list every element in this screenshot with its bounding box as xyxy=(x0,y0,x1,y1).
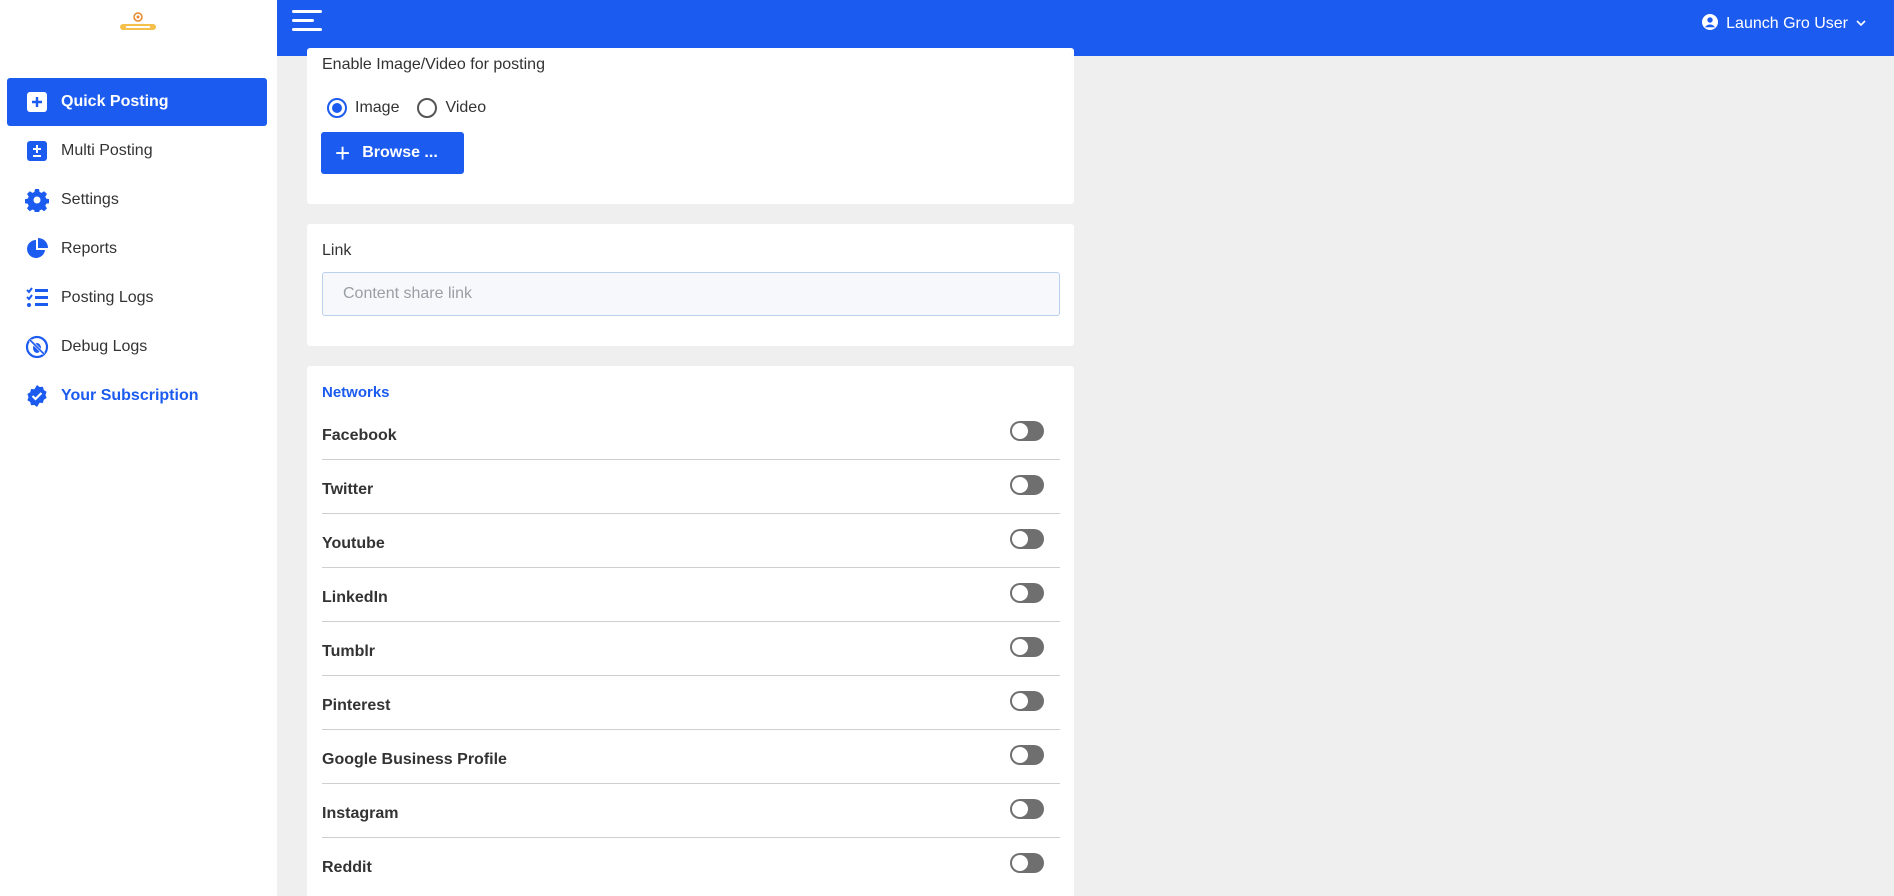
network-row-tumblr: Tumblr xyxy=(322,622,1060,676)
sidebar-item-quick-posting[interactable]: Quick Posting xyxy=(7,78,267,126)
hamburger-menu-icon[interactable] xyxy=(292,10,322,36)
google-business-profile-toggle[interactable] xyxy=(1010,744,1044,765)
sidebar-item-label: Quick Posting xyxy=(61,93,169,110)
network-row-instagram: Instagram xyxy=(322,784,1060,838)
network-name: Pinterest xyxy=(322,696,391,714)
network-name: LinkedIn xyxy=(322,588,388,606)
youtube-toggle[interactable] xyxy=(1010,528,1044,549)
networks-list: Facebook Twitter Youtube LinkedIn Tumblr… xyxy=(322,406,1060,892)
launch-gro-logo[interactable] xyxy=(118,12,158,32)
user-name: Launch Gro User xyxy=(1726,15,1848,32)
network-name: Reddit xyxy=(322,859,372,876)
bug-off-icon xyxy=(25,335,49,359)
browse-label: Browse ... xyxy=(362,144,438,161)
link-label: Link xyxy=(322,242,352,259)
media-title: Enable Image/Video for posting xyxy=(322,56,545,73)
sidebar-item-multi-posting[interactable]: Multi Posting xyxy=(7,127,267,175)
radio-option-video[interactable]: Video xyxy=(417,98,486,118)
sidebar-item-label: Multi Posting xyxy=(61,142,153,159)
checklist-icon xyxy=(25,286,49,310)
sidebar-item-label: Your Subscription xyxy=(61,387,199,404)
sidebar-item-settings[interactable]: Settings xyxy=(7,176,267,224)
facebook-toggle[interactable] xyxy=(1010,420,1044,441)
sidebar-item-debug-logs[interactable]: Debug Logs xyxy=(7,323,267,371)
plus-icon: + xyxy=(335,138,351,168)
network-name: Tumblr xyxy=(322,642,376,660)
network-row-linkedin: LinkedIn xyxy=(322,568,1060,622)
chevron-down-icon xyxy=(1856,15,1866,33)
sidebar-item-label: Posting Logs xyxy=(61,289,154,306)
network-row-twitter: Twitter xyxy=(322,460,1060,514)
plus-square-icon xyxy=(25,90,49,114)
radio-option-image[interactable]: Image xyxy=(327,98,399,118)
media-card: Enable Image/Video for posting Image Vid… xyxy=(307,48,1074,204)
sidebar-item-label: Debug Logs xyxy=(61,338,148,355)
gear-icon xyxy=(25,188,49,212)
pinterest-toggle[interactable] xyxy=(1010,690,1044,711)
link-card: Link xyxy=(307,224,1074,346)
pie-chart-icon xyxy=(25,237,49,261)
network-row-youtube: Youtube xyxy=(322,514,1060,568)
plus-minus-icon xyxy=(25,139,49,163)
radio-video-label: Video xyxy=(445,99,487,116)
networks-card: Networks Facebook Twitter Youtube Linked… xyxy=(307,366,1074,896)
badge-check-icon xyxy=(25,384,49,408)
link-input[interactable] xyxy=(322,272,1060,316)
media-type-radio-group: Image Video xyxy=(327,98,504,118)
radio-video[interactable] xyxy=(417,98,438,118)
network-name: Instagram xyxy=(322,804,399,822)
twitter-toggle[interactable] xyxy=(1010,474,1044,495)
sidebar: Quick Posting Multi Posting Settings Rep… xyxy=(0,0,277,896)
sidebar-item-reports[interactable]: Reports xyxy=(7,225,267,273)
sidebar-item-posting-logs[interactable]: Posting Logs xyxy=(7,274,267,322)
radio-image[interactable] xyxy=(327,98,347,118)
user-circle-icon xyxy=(1702,13,1719,35)
user-menu[interactable]: Launch Gro User xyxy=(1702,0,1866,48)
network-row-google-business-profile: Google Business Profile xyxy=(322,730,1060,784)
network-row-reddit: Reddit xyxy=(322,838,1060,892)
sidebar-item-your-subscription[interactable]: Your Subscription xyxy=(7,372,267,420)
radio-image-label: Image xyxy=(355,99,400,116)
browse-button[interactable]: + Browse ... xyxy=(321,132,464,174)
network-row-pinterest: Pinterest xyxy=(322,676,1060,730)
sidebar-item-label: Settings xyxy=(61,191,119,208)
network-name: Twitter xyxy=(322,480,374,498)
sidebar-item-label: Reports xyxy=(61,240,118,257)
tumblr-toggle[interactable] xyxy=(1010,636,1044,657)
sidebar-nav: Quick Posting Multi Posting Settings Rep… xyxy=(7,78,267,421)
networks-title: Networks xyxy=(322,384,390,401)
network-name: Google Business Profile xyxy=(322,750,507,768)
network-name: Youtube xyxy=(322,534,385,552)
instagram-toggle[interactable] xyxy=(1010,798,1044,819)
network-name: Facebook xyxy=(322,426,397,444)
linkedin-toggle[interactable] xyxy=(1010,582,1044,603)
network-row-facebook: Facebook xyxy=(322,406,1060,460)
reddit-toggle[interactable] xyxy=(1010,853,1044,873)
